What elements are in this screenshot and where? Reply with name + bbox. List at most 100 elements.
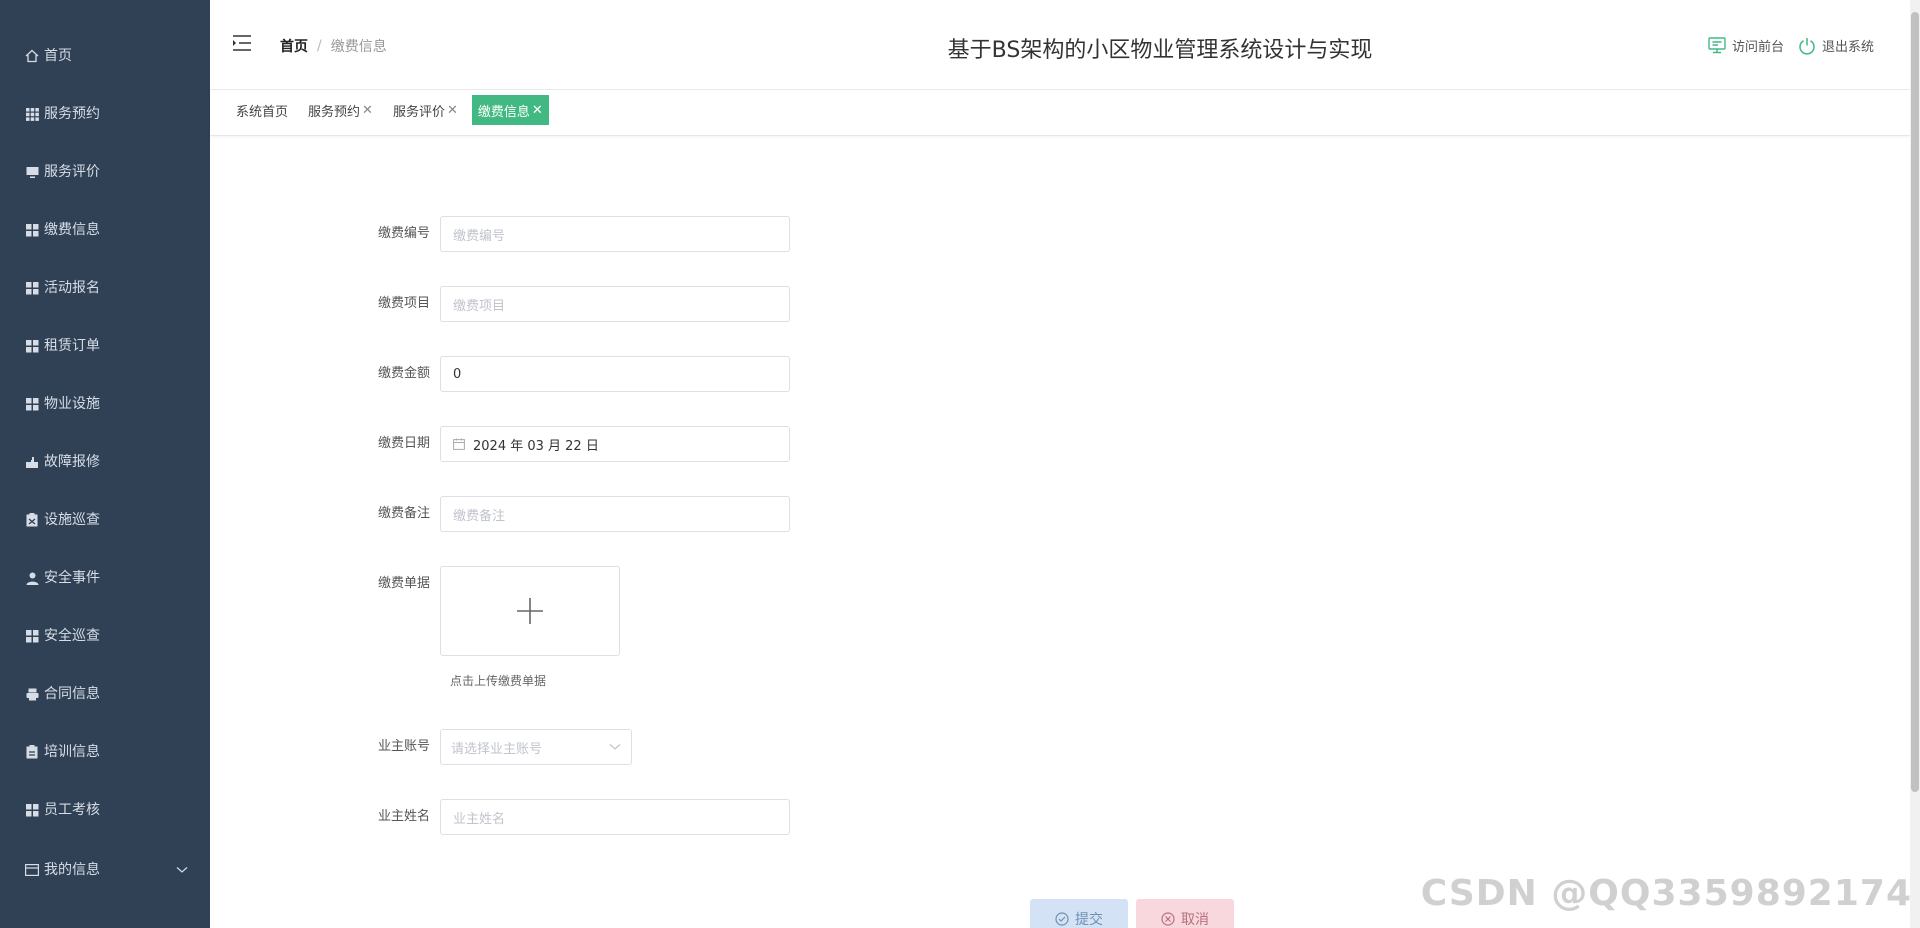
monitor-icon bbox=[1708, 37, 1726, 54]
sidebar-item-label: 培训信息 bbox=[44, 744, 100, 760]
form-row-fee-no: 缴费编号 缴费编号 bbox=[210, 216, 790, 252]
tab-system-home[interactable]: 系统首页 bbox=[230, 95, 294, 125]
submit-label: 提交 bbox=[1075, 912, 1103, 928]
receipt-upload[interactable] bbox=[440, 566, 620, 656]
grid-icon bbox=[24, 222, 40, 238]
cancel-label: 取消 bbox=[1181, 912, 1209, 928]
sidebar-item-home[interactable]: 首页 bbox=[0, 27, 210, 85]
placeholder-text: 缴费备注 bbox=[453, 508, 506, 524]
sidebar-item-property-facilities[interactable]: 物业设施 bbox=[0, 375, 210, 433]
tabs-bar: 系统首页 服务预约 ✕ 服务评价 ✕ 缴费信息 ✕ bbox=[210, 90, 1910, 136]
chevron-down-icon[interactable] bbox=[176, 862, 188, 878]
input-value: 0 bbox=[453, 366, 462, 382]
tabs: 系统首页 服务预约 ✕ 服务评价 ✕ 缴费信息 ✕ bbox=[230, 95, 557, 125]
placeholder-text: 缴费项目 bbox=[453, 298, 506, 314]
home-icon bbox=[24, 48, 40, 64]
vertical-scrollbar[interactable] bbox=[1910, 0, 1920, 928]
user-icon bbox=[24, 570, 40, 586]
plus-icon bbox=[517, 598, 543, 624]
wrench-icon bbox=[24, 454, 40, 470]
sidebar-item-safety-patrol[interactable]: 安全巡查 bbox=[0, 607, 210, 665]
calendar-icon bbox=[453, 438, 465, 450]
grid-icon bbox=[24, 106, 40, 122]
sidebar-item-service-booking[interactable]: 服务预约 bbox=[0, 85, 210, 143]
scrollbar-thumb[interactable] bbox=[1911, 12, 1919, 792]
sidebar-item-staff-assessment[interactable]: 员工考核 bbox=[0, 781, 210, 839]
page-title: 基于BS架构的小区物业管理系统设计与实现 bbox=[947, 38, 1373, 63]
top-header: 首页 / 缴费信息 基于BS架构的小区物业管理系统设计与实现 访问前台 退出系统 bbox=[210, 0, 1910, 90]
close-icon[interactable]: ✕ bbox=[447, 103, 458, 118]
sidebar-item-label: 我的信息 bbox=[44, 862, 100, 878]
top-actions: 访问前台 退出系统 bbox=[1694, 36, 1874, 55]
tab-service-review[interactable]: 服务评价 ✕ bbox=[387, 95, 464, 125]
sidebar-item-label: 缴费信息 bbox=[44, 222, 100, 238]
monitor-icon bbox=[24, 164, 40, 180]
sidebar-item-label: 员工考核 bbox=[44, 802, 100, 818]
grid-icon bbox=[24, 280, 40, 296]
grid-icon bbox=[24, 338, 40, 354]
watermark: CSDN @QQ3359892174 bbox=[1420, 873, 1912, 914]
card-icon bbox=[24, 862, 40, 878]
app-root: 首页 服务预约 服务评价 缴费信息 活动报名 租赁订单 物业设施 故障报修 设施… bbox=[0, 0, 1920, 928]
visit-front-button[interactable]: 访问前台 bbox=[1708, 36, 1784, 55]
fee-item-input[interactable]: 缴费项目 bbox=[440, 286, 790, 322]
clipboard-icon bbox=[24, 512, 40, 528]
grid-icon bbox=[24, 628, 40, 644]
fee-form: 缴费编号 缴费编号 缴费项目 缴费项目 缴费金额 0 缴费日期 2024 年 0… bbox=[210, 136, 1910, 928]
fee-date-picker[interactable]: 2024 年 03 月 22 日 bbox=[440, 426, 790, 462]
sidebar-item-label: 合同信息 bbox=[44, 686, 100, 702]
visit-front-label: 访问前台 bbox=[1731, 40, 1784, 55]
tab-fee-info[interactable]: 缴费信息 ✕ bbox=[471, 95, 549, 125]
sidebar-item-fault-repair[interactable]: 故障报修 bbox=[0, 433, 210, 491]
sidebar-item-my-info[interactable]: 我的信息 bbox=[0, 839, 210, 901]
sidebar-item-label: 服务评价 bbox=[44, 164, 100, 180]
form-row-fee-item: 缴费项目 缴费项目 bbox=[210, 286, 790, 322]
grid-icon bbox=[24, 802, 40, 818]
placeholder-text: 请选择业主账号 bbox=[451, 741, 543, 757]
owner-name-input[interactable]: 业主姓名 bbox=[440, 799, 790, 835]
form-label: 缴费项目 bbox=[377, 296, 430, 311]
sidebar-item-label: 设施巡查 bbox=[44, 512, 100, 528]
form-label: 缴费单据 bbox=[377, 576, 430, 591]
tab-label: 服务评价 bbox=[392, 104, 445, 120]
form-row-fee-date: 缴费日期 2024 年 03 月 22 日 bbox=[210, 426, 790, 462]
sidebar: 首页 服务预约 服务评价 缴费信息 活动报名 租赁订单 物业设施 故障报修 设施… bbox=[0, 0, 210, 928]
form-label: 业主姓名 bbox=[377, 809, 430, 824]
sidebar-item-fee-info[interactable]: 缴费信息 bbox=[0, 201, 210, 259]
sidebar-item-rental-orders[interactable]: 租赁订单 bbox=[0, 317, 210, 375]
sidebar-item-safety-incidents[interactable]: 安全事件 bbox=[0, 549, 210, 607]
logout-button[interactable]: 退出系统 bbox=[1798, 36, 1874, 55]
sidebar-item-label: 活动报名 bbox=[44, 280, 100, 296]
form-row-owner-account: 业主账号 请选择业主账号 bbox=[210, 729, 632, 765]
cancel-button[interactable]: 取消 bbox=[1136, 899, 1234, 928]
form-label: 缴费备注 bbox=[377, 506, 430, 521]
sidebar-item-contract-info[interactable]: 合同信息 bbox=[0, 665, 210, 723]
sidebar-item-service-review[interactable]: 服务评价 bbox=[0, 143, 210, 201]
upload-tip: 点击上传缴费单据 bbox=[450, 674, 547, 688]
date-value: 2024 年 03 月 22 日 bbox=[473, 438, 599, 454]
chevron-down-icon bbox=[609, 744, 621, 750]
sidebar-item-facility-patrol[interactable]: 设施巡查 bbox=[0, 491, 210, 549]
form-label: 业主账号 bbox=[377, 739, 430, 754]
sidebar-item-activity-signup[interactable]: 活动报名 bbox=[0, 259, 210, 317]
fee-note-input[interactable]: 缴费备注 bbox=[440, 496, 790, 532]
fee-no-input[interactable]: 缴费编号 bbox=[440, 216, 790, 252]
sidebar-item-training-info[interactable]: 培训信息 bbox=[0, 723, 210, 781]
fee-amount-input[interactable]: 0 bbox=[440, 356, 790, 392]
sidebar-item-label: 安全巡查 bbox=[44, 628, 100, 644]
form-label: 缴费编号 bbox=[377, 226, 430, 241]
tab-service-booking[interactable]: 服务预约 ✕ bbox=[302, 95, 379, 125]
clipboard-icon bbox=[24, 744, 40, 760]
close-icon[interactable]: ✕ bbox=[532, 103, 543, 118]
form-row-fee-amount: 缴费金额 0 bbox=[210, 356, 790, 392]
power-icon bbox=[1799, 37, 1815, 55]
placeholder-text: 业主姓名 bbox=[453, 811, 506, 827]
submit-button[interactable]: 提交 bbox=[1030, 899, 1128, 928]
close-icon[interactable]: ✕ bbox=[362, 103, 373, 118]
tab-label: 缴费信息 bbox=[477, 104, 530, 120]
form-label: 缴费金额 bbox=[377, 366, 430, 381]
tab-label: 服务预约 bbox=[308, 104, 361, 120]
owner-account-select[interactable]: 请选择业主账号 bbox=[440, 729, 632, 765]
form-label: 缴费日期 bbox=[377, 436, 430, 451]
tab-label: 系统首页 bbox=[236, 104, 289, 120]
